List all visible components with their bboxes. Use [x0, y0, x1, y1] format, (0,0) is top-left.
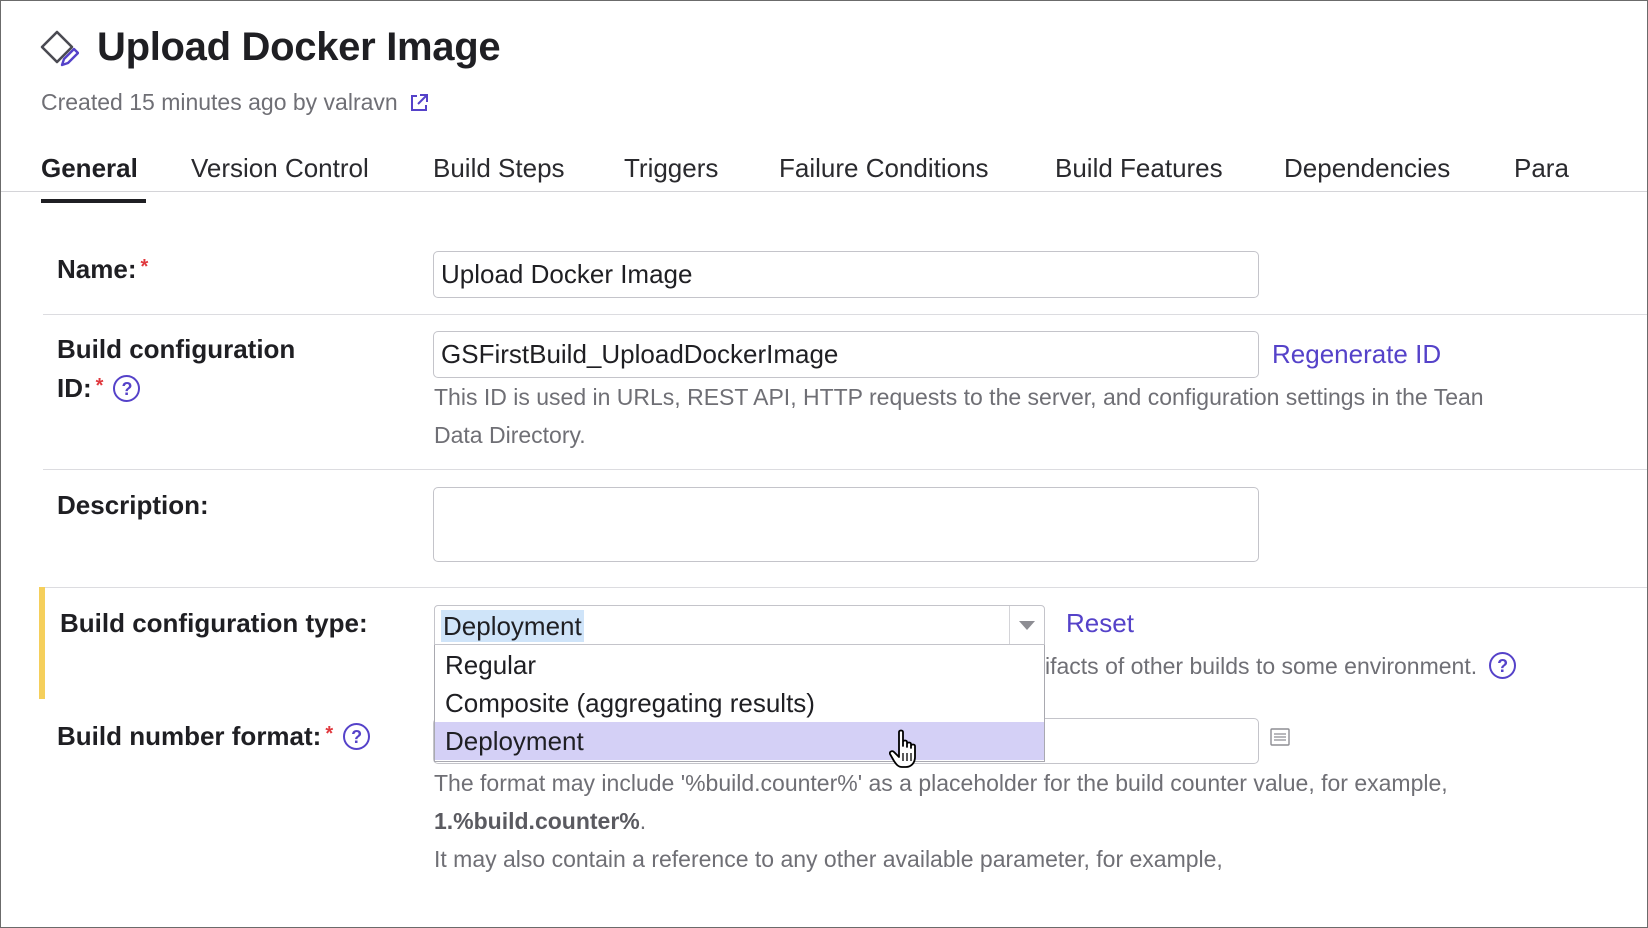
build-number-hint-line2: 1.%build.counter%. — [434, 802, 646, 840]
tab-dependencies[interactable]: Dependencies — [1284, 153, 1450, 184]
tab-failure-conditions[interactable]: Failure Conditions — [779, 153, 989, 184]
build-type-options-list: Regular Composite (aggregating results) … — [434, 645, 1045, 762]
name-label: Name: * — [57, 249, 148, 289]
regenerate-id-link[interactable]: Regenerate ID — [1272, 339, 1441, 370]
created-info: Created 15 minutes ago by valravn — [41, 89, 430, 116]
description-textarea[interactable] — [433, 487, 1259, 562]
example-format: 1.%build.counter% — [434, 808, 640, 834]
build-id-hint-line1: This ID is used in URLs, REST API, HTTP … — [434, 384, 1484, 410]
build-config-edit-icon — [40, 30, 79, 67]
tab-version-control[interactable]: Version Control — [191, 153, 369, 184]
tab-build-steps[interactable]: Build Steps — [433, 153, 565, 184]
option-regular[interactable]: Regular — [435, 646, 1044, 684]
tabs-divider — [1, 191, 1647, 192]
build-type-label: Build configuration type: — [60, 608, 368, 638]
help-icon[interactable]: ? — [113, 374, 141, 402]
reset-link[interactable]: Reset — [1066, 608, 1134, 639]
chevron-down-icon — [1019, 621, 1035, 630]
build-id-label-second: ID: *? — [57, 368, 141, 408]
build-number-label-text: Build number format: — [57, 721, 322, 751]
dropdown-toggle[interactable] — [1009, 606, 1044, 644]
required-mark: * — [325, 723, 334, 745]
tab-triggers[interactable]: Triggers — [624, 153, 718, 184]
example-format-end: . — [639, 808, 647, 834]
option-composite[interactable]: Composite (aggregating results) — [435, 684, 1044, 722]
build-id-label: Build configuration — [57, 329, 295, 369]
tab-build-features[interactable]: Build Features — [1055, 153, 1223, 184]
modified-setting-marker — [39, 587, 45, 699]
build-id-label-line2: ID: — [57, 373, 92, 403]
description-label: Description: — [57, 490, 209, 520]
row-divider — [43, 587, 1647, 588]
name-label-text: Name: — [57, 254, 137, 284]
row-divider — [43, 469, 1647, 470]
tab-general[interactable]: General — [41, 153, 138, 184]
page-title: Upload Docker Image — [97, 25, 501, 69]
created-info-text: Created 15 minutes ago by valravn — [41, 89, 398, 115]
name-input[interactable]: Upload Docker Image — [433, 251, 1259, 298]
build-type-selected-value: Deployment — [441, 610, 584, 642]
parameter-list-icon[interactable] — [1270, 728, 1290, 746]
build-number-hint-line3: It may also contain a reference to any o… — [434, 846, 1223, 872]
external-link-icon[interactable] — [408, 92, 430, 114]
build-type-select[interactable]: Deployment — [434, 605, 1045, 645]
build-id-input[interactable]: GSFirstBuild_UploadDockerImage — [433, 331, 1259, 378]
tab-parameters[interactable]: Para — [1514, 153, 1569, 184]
build-type-hint: ifacts of other builds to some environme… — [1045, 647, 1517, 685]
build-type-hint-text: ifacts of other builds to some environme… — [1045, 653, 1478, 679]
build-id-hint-line2: Data Directory. — [434, 422, 586, 448]
app-window: Upload Docker Image Created 15 minutes a… — [0, 0, 1648, 928]
build-number-hint-line1: The format may include '%build.counter%'… — [434, 770, 1448, 796]
required-mark: * — [140, 256, 149, 278]
option-deployment[interactable]: Deployment — [435, 722, 1044, 760]
active-tab-indicator — [41, 199, 146, 203]
help-icon[interactable]: ? — [1489, 652, 1517, 680]
build-number-label: Build number format: *? — [57, 716, 371, 756]
hand-cursor-icon — [889, 729, 916, 768]
row-divider — [43, 314, 1647, 315]
build-id-label-line1: Build configuration — [57, 334, 296, 364]
help-icon[interactable]: ? — [343, 722, 371, 750]
settings-tabs: General Version Control Build Steps Trig… — [41, 149, 1647, 203]
required-mark: * — [95, 375, 104, 397]
